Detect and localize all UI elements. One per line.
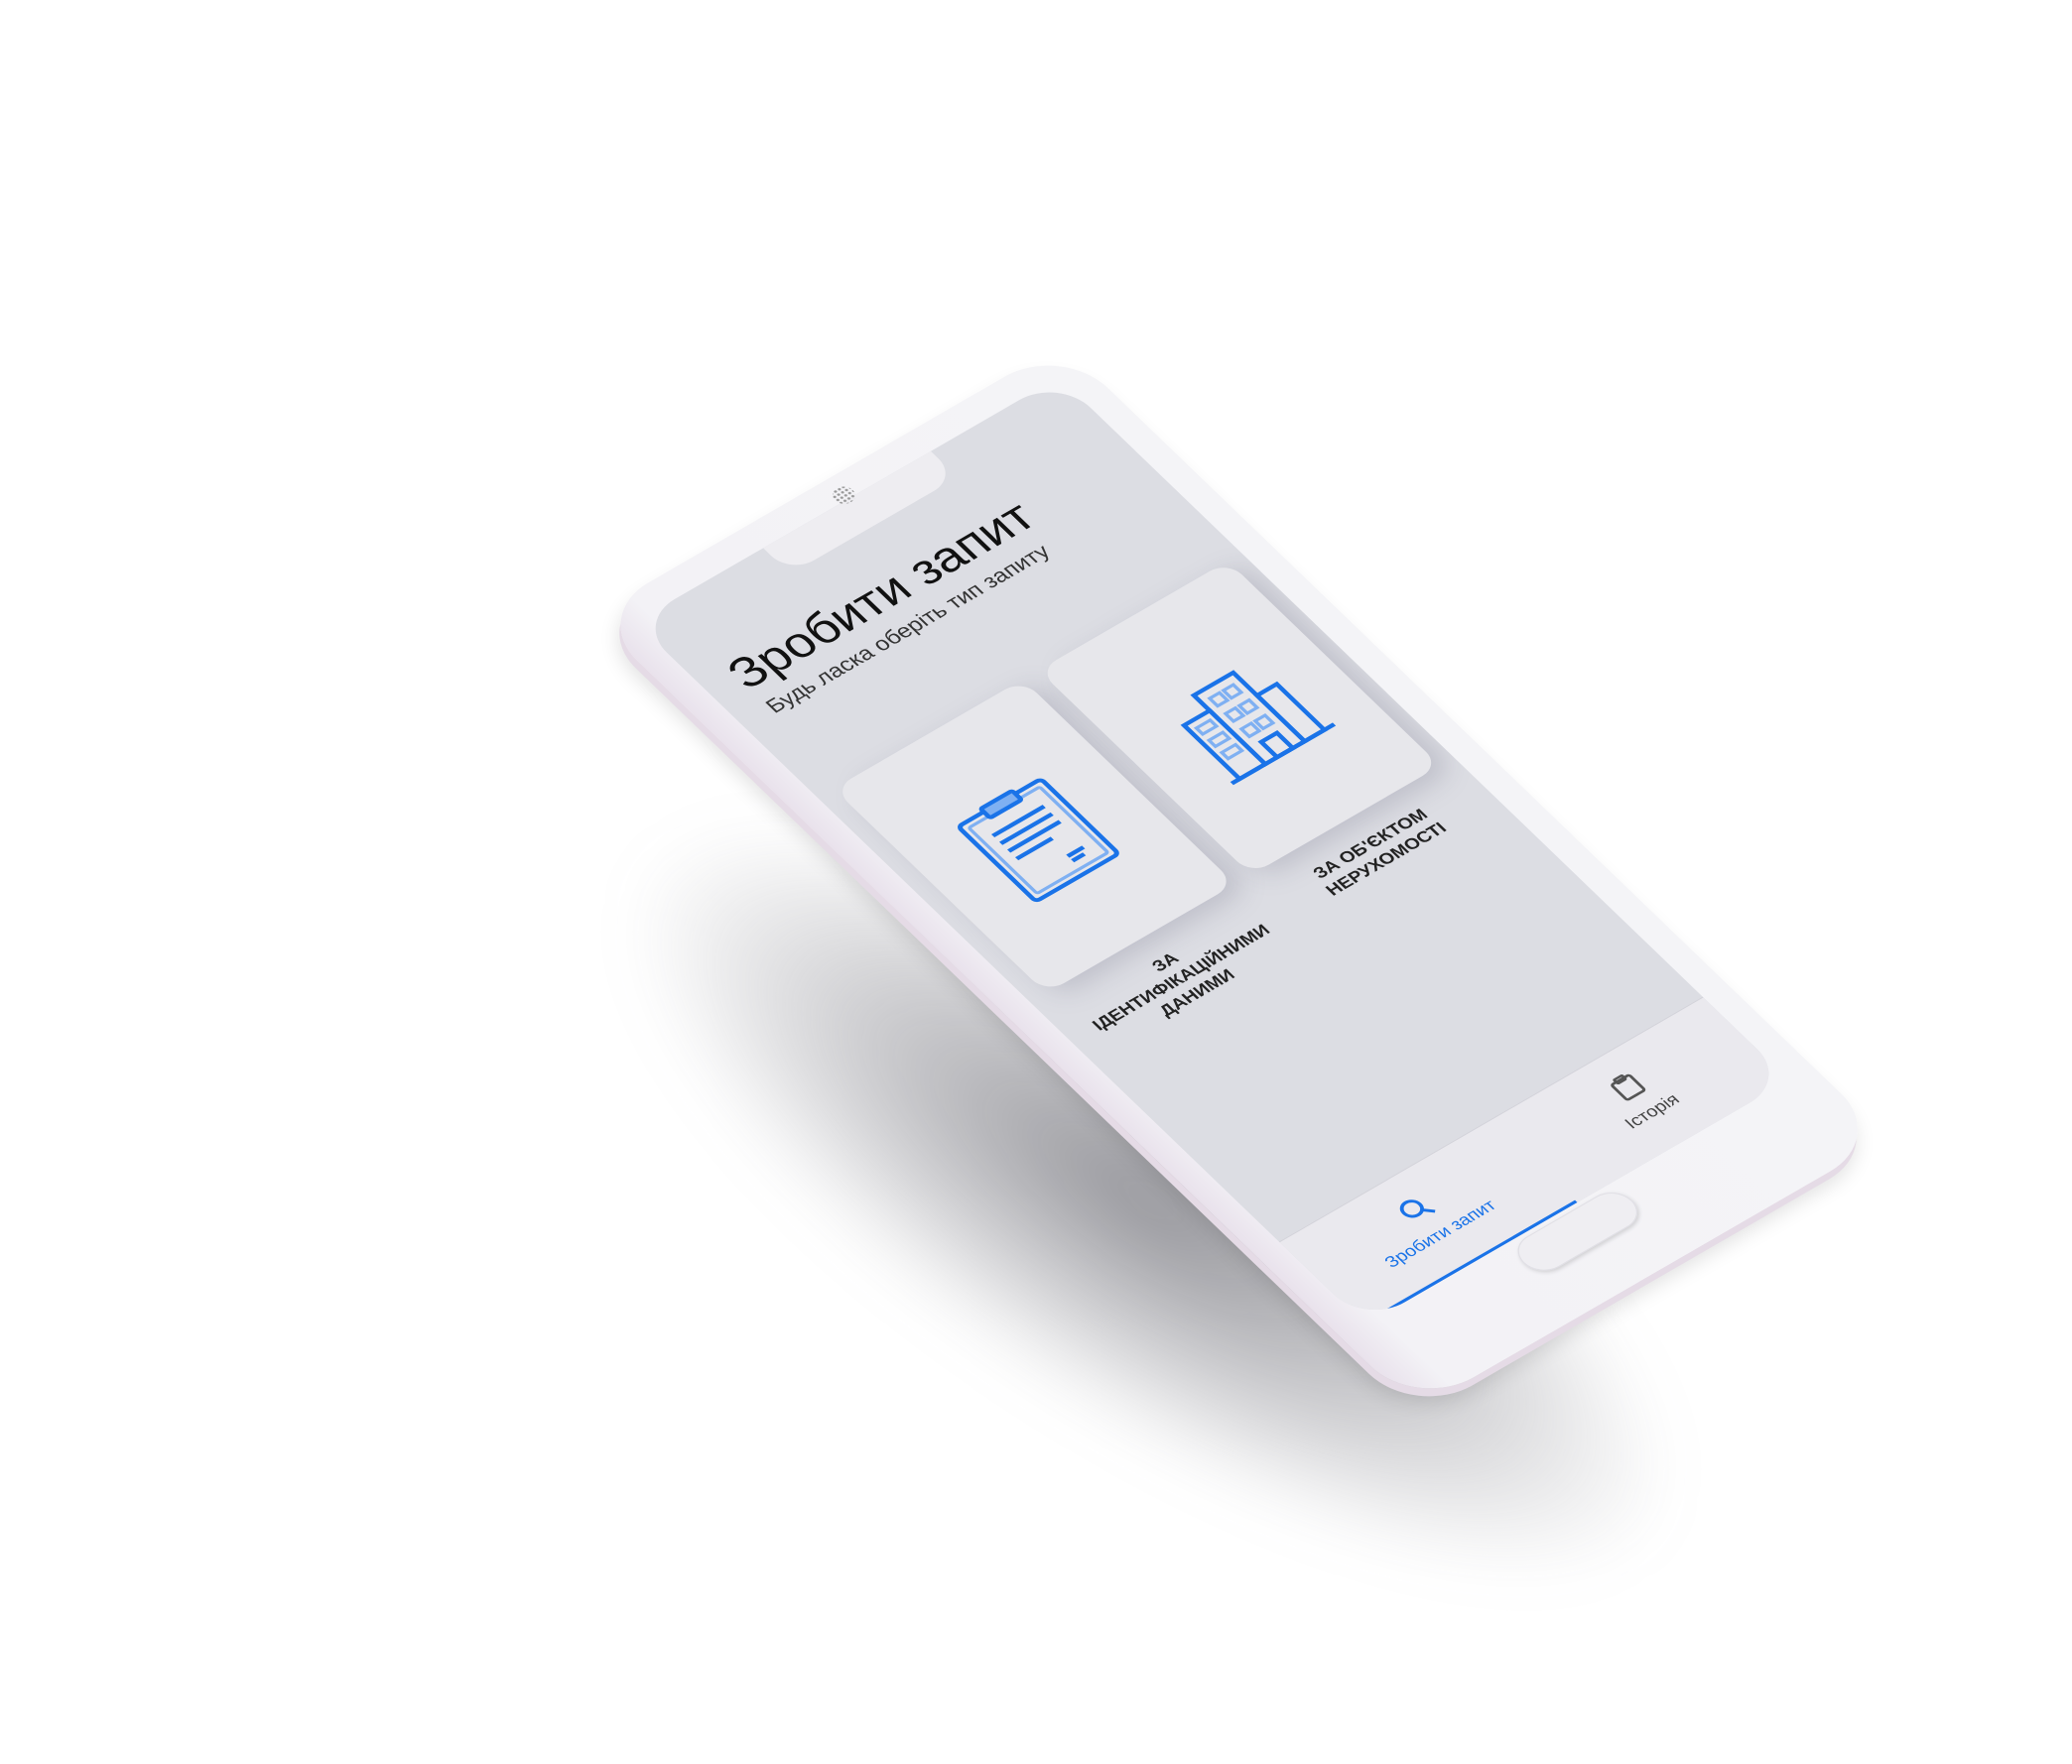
search-icon <box>1399 1199 1435 1218</box>
building-icon <box>1180 670 1337 786</box>
document-clipboard-icon <box>958 778 1119 903</box>
clipboard-icon <box>1610 1074 1645 1101</box>
